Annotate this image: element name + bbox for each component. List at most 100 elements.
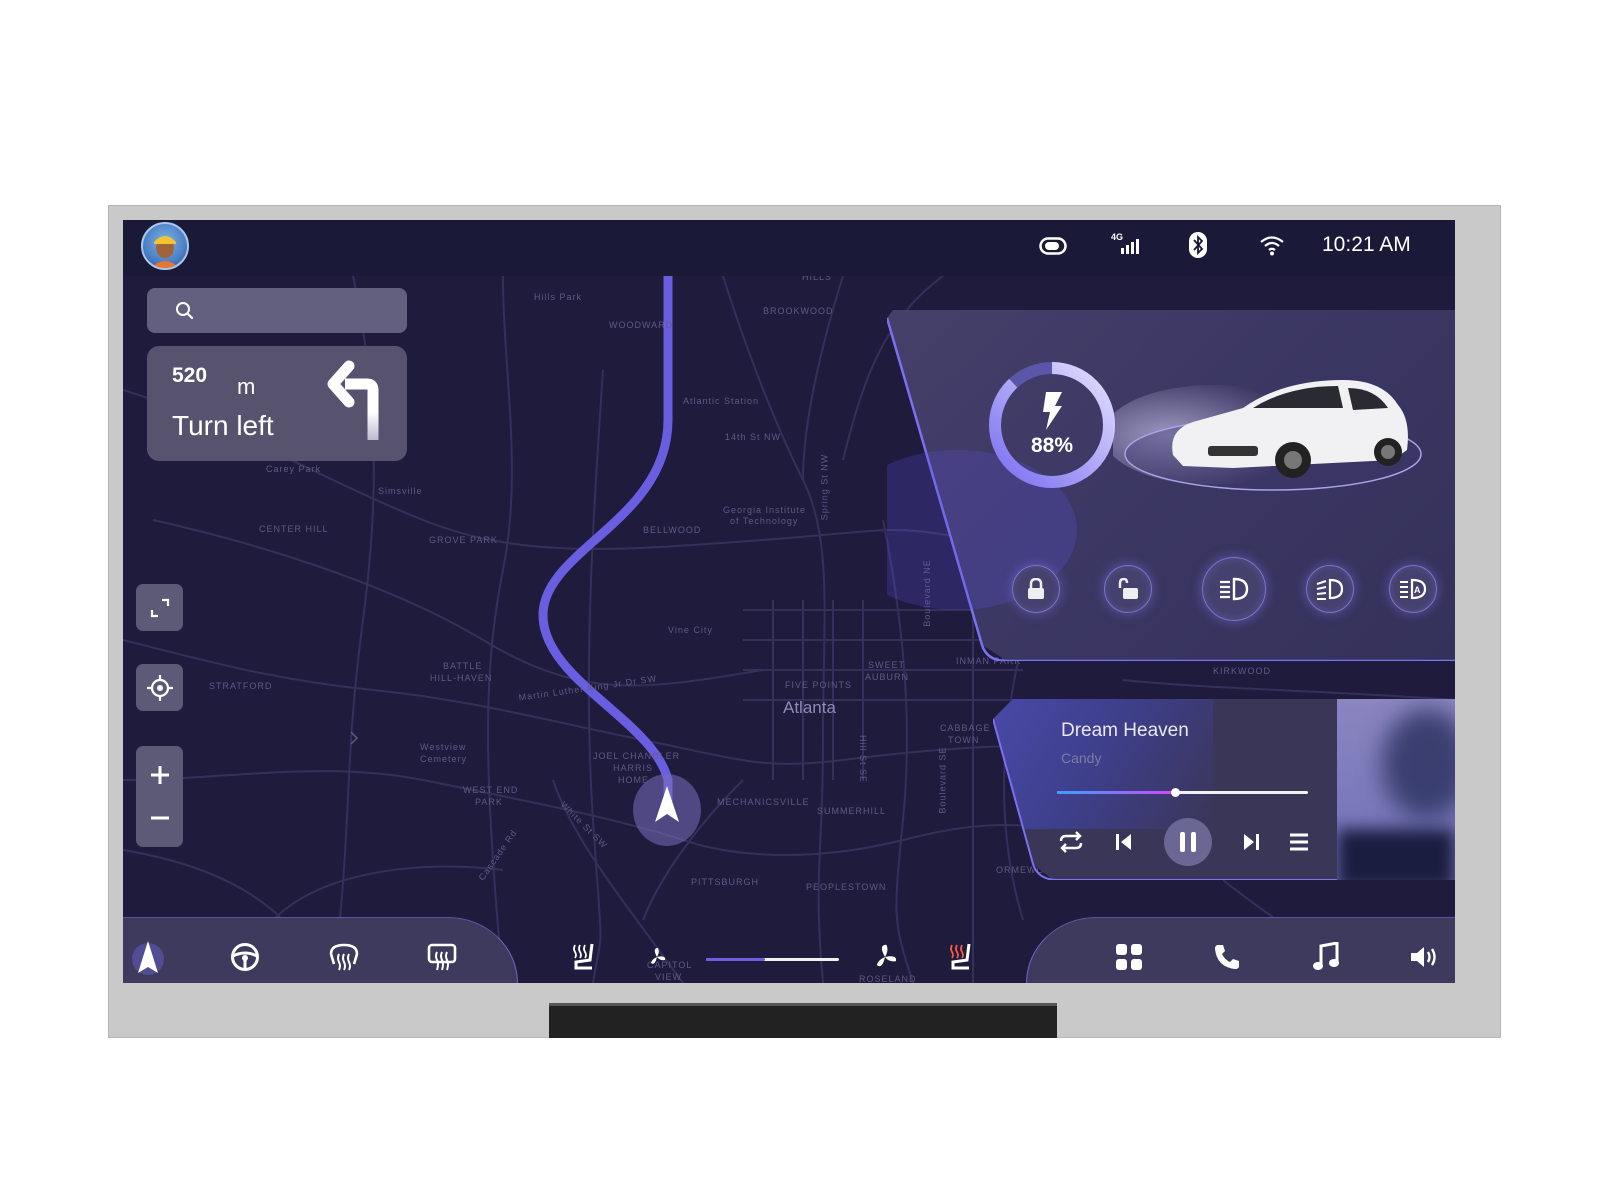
map-label: TOWN xyxy=(948,735,980,745)
map-label: BROOKWOOD xyxy=(763,306,834,316)
song-artist: Candy xyxy=(1061,750,1102,766)
dock-music-button[interactable] xyxy=(1308,939,1344,975)
map-label: Boulevard SE xyxy=(937,746,948,814)
battery-percent: 88% xyxy=(1030,434,1074,457)
music-note-icon xyxy=(1313,942,1339,970)
auto-headlight-icon: A xyxy=(1400,578,1427,600)
volume-icon xyxy=(1411,947,1436,967)
bluetooth-icon[interactable] xyxy=(1189,232,1207,258)
song-title: Dream Heaven xyxy=(1061,720,1189,741)
fan-icon xyxy=(651,948,666,964)
pause-icon xyxy=(1180,832,1196,852)
navigation-arrow-icon xyxy=(132,941,164,975)
repeat-button[interactable] xyxy=(1055,826,1087,858)
search-input[interactable] xyxy=(147,288,407,333)
map-label: CENTER HILL xyxy=(259,524,329,534)
map-label: PITTSBURGH xyxy=(691,877,760,887)
map-label: BATTLE xyxy=(443,661,483,671)
zoom-out-icon[interactable] xyxy=(149,807,171,829)
map-label: PEOPLESTOWN xyxy=(806,882,887,892)
fullscreen-button[interactable] xyxy=(136,584,183,631)
apps-grid-icon xyxy=(1116,944,1142,970)
high-beam-button[interactable] xyxy=(1306,565,1354,613)
steering-wheel-icon xyxy=(231,943,259,971)
fan-speed-slider[interactable] xyxy=(706,958,839,961)
dock-apps-button[interactable] xyxy=(1111,939,1147,975)
playlist-icon xyxy=(1290,833,1308,851)
rear-defrost-icon xyxy=(427,943,457,971)
infotainment-screen: Hills Park WOODWARD BROOKWOOD HILLS Atla… xyxy=(123,220,1455,983)
next-icon xyxy=(1244,834,1259,850)
low-beam-button[interactable] xyxy=(1202,557,1266,621)
map-label: Westview xyxy=(420,742,467,752)
map-label: KIRKWOOD xyxy=(1213,666,1272,676)
zoom-in-icon[interactable] xyxy=(149,764,171,786)
previous-icon xyxy=(1116,834,1131,850)
lock-icon xyxy=(1028,578,1044,599)
locate-icon xyxy=(146,674,173,701)
dock-phone-button[interactable] xyxy=(1209,939,1245,975)
map-label: Simsville xyxy=(378,486,423,496)
high-beam-icon xyxy=(1316,578,1344,600)
phone-icon xyxy=(1215,945,1239,969)
map-label: ROSELAND xyxy=(859,974,917,983)
music-progress-slider[interactable] xyxy=(1057,788,1308,797)
map-label: of Technology xyxy=(730,516,799,526)
svg-text:A: A xyxy=(1414,585,1421,595)
dock-steering-heat-button[interactable] xyxy=(227,939,263,975)
locate-button[interactable] xyxy=(136,664,183,711)
fan-high-button[interactable] xyxy=(867,939,903,975)
lock-button[interactable] xyxy=(1012,565,1060,613)
battery-gauge: 88% xyxy=(987,360,1117,490)
status-bar: 4G 10:21 AM xyxy=(123,220,1455,276)
avatar-illustration xyxy=(151,236,179,268)
map-city-label: Atlanta xyxy=(783,698,836,717)
turn-instruction: Turn left xyxy=(172,410,274,441)
map-label: Georgia Institute xyxy=(723,505,807,515)
map-label: 14th St NW xyxy=(725,432,782,442)
auto-headlight-button[interactable]: A xyxy=(1389,565,1437,613)
map-label: Cemetery xyxy=(420,754,468,764)
unlock-button[interactable] xyxy=(1104,565,1152,613)
music-progress-knob[interactable] xyxy=(1170,788,1180,797)
map-label: HILL-HAVEN xyxy=(430,673,493,683)
turn-left-arrow-icon xyxy=(327,360,379,440)
repeat-icon xyxy=(1059,831,1083,853)
user-avatar[interactable] xyxy=(141,222,189,270)
seat-heat-active-icon xyxy=(950,943,971,970)
seat-heat-icon xyxy=(573,943,594,970)
map-label: Hill St SE xyxy=(858,734,869,784)
fan-speed-fill xyxy=(706,958,765,961)
map-label: Atlantic Station xyxy=(683,396,760,406)
map-label: GROVE PARK xyxy=(429,535,498,545)
search-icon xyxy=(176,302,194,320)
next-track-button[interactable] xyxy=(1235,826,1267,858)
map-label: HARRIS xyxy=(613,763,654,773)
map-label: STRATFORD xyxy=(209,681,273,691)
zoom-control xyxy=(136,746,183,847)
map-label: SWEET xyxy=(868,660,906,670)
left-seat-heat-button[interactable] xyxy=(566,939,602,975)
dock-volume-button[interactable] xyxy=(1406,939,1442,975)
front-defrost-icon xyxy=(329,943,359,971)
fan-low-button[interactable] xyxy=(639,939,675,975)
previous-track-button[interactable] xyxy=(1108,826,1140,858)
car-image xyxy=(1113,380,1422,491)
4g-signal-icon: 4G xyxy=(1111,232,1143,256)
wifi-icon[interactable] xyxy=(1259,234,1285,256)
map-label: Vine City xyxy=(668,625,713,635)
map-label: FIVE POINTS xyxy=(785,680,853,690)
right-seat-heat-button[interactable] xyxy=(943,939,979,975)
dock-navigation-button[interactable] xyxy=(126,939,170,975)
dock-rear-defrost-button[interactable] xyxy=(424,939,460,975)
turn-by-turn-card[interactable]: 520 m Turn left xyxy=(147,346,407,461)
display-connector-strip xyxy=(549,1003,1057,1038)
turn-distance: 520 xyxy=(172,364,208,387)
music-progress-fill xyxy=(1057,791,1175,794)
pause-button[interactable] xyxy=(1164,818,1212,866)
dock-front-defrost-button[interactable] xyxy=(326,939,362,975)
album-art xyxy=(1337,699,1455,880)
toggle-icon[interactable] xyxy=(1039,237,1067,255)
playlist-button[interactable] xyxy=(1283,826,1315,858)
map-label: JOEL CHANDLER xyxy=(593,751,681,761)
